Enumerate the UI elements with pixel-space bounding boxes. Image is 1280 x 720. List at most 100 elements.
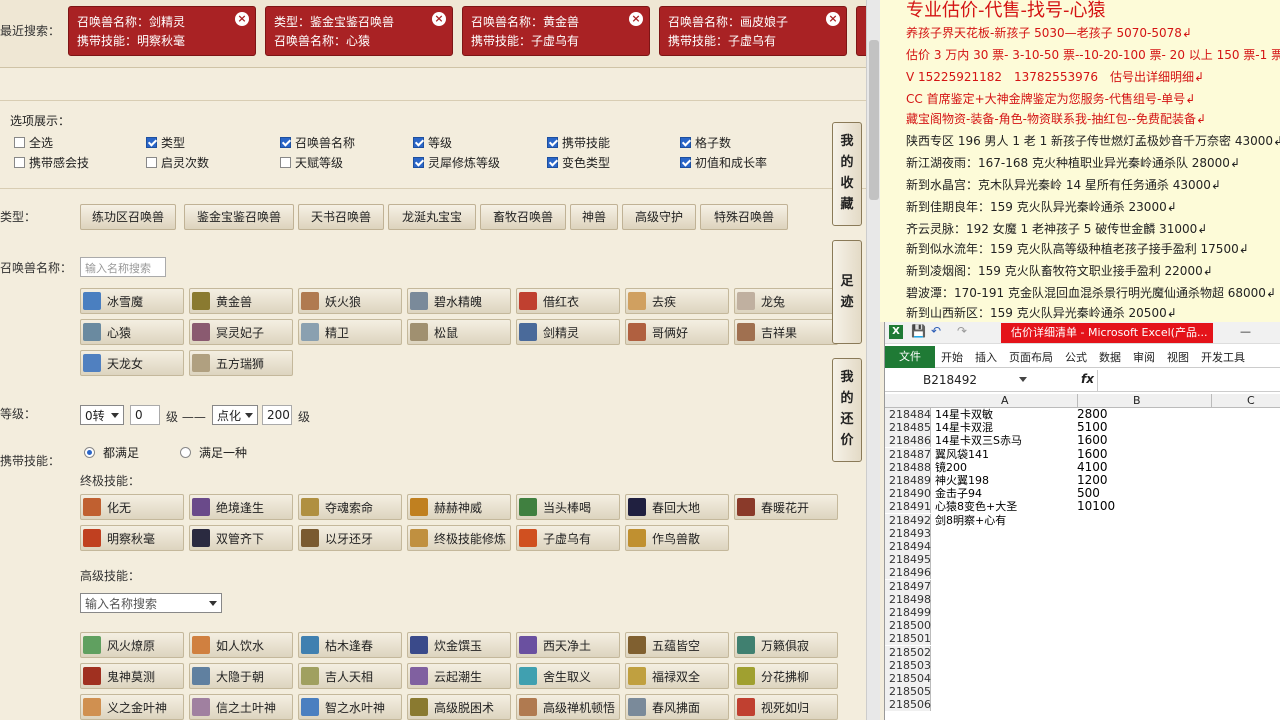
pet-item[interactable]: 借红衣 bbox=[516, 288, 620, 314]
cell-b[interactable]: 10100 bbox=[1077, 500, 1211, 513]
type-button[interactable]: 特殊召唤兽 bbox=[700, 204, 788, 230]
row-number[interactable]: 218490 bbox=[885, 487, 931, 501]
pet-item[interactable]: 冰雪魔 bbox=[80, 288, 184, 314]
radio-any[interactable]: 满足一种 bbox=[180, 444, 247, 461]
type-button[interactable]: 练功区召唤兽 bbox=[80, 204, 176, 230]
type-button[interactable]: 天书召唤兽 bbox=[298, 204, 384, 230]
ultimate-skill-item[interactable]: 夺魂索命 bbox=[298, 494, 402, 520]
pet-item[interactable]: 心猿 bbox=[80, 319, 184, 345]
cell-a[interactable]: 14星卡双敏 bbox=[935, 408, 993, 421]
option-checkbox[interactable]: 等级 bbox=[413, 134, 452, 151]
pet-name-search-input[interactable]: 输入名称搜索 bbox=[80, 257, 166, 277]
advanced-skill-item[interactable]: 分花拂柳 bbox=[734, 663, 838, 689]
table-row[interactable]: 218498 bbox=[885, 592, 1280, 606]
table-row[interactable]: 218485 14星卡双混 5100 bbox=[885, 421, 1280, 435]
pet-item[interactable]: 妖火狼 bbox=[298, 288, 402, 314]
advanced-skill-item[interactable]: 高级脱困术 bbox=[407, 694, 511, 720]
close-icon[interactable]: × bbox=[432, 12, 446, 26]
cell-b[interactable]: 1600 bbox=[1077, 447, 1211, 461]
pet-item[interactable]: 去疾 bbox=[625, 288, 729, 314]
pet-item[interactable]: 精卫 bbox=[298, 319, 402, 345]
ultimate-skill-item[interactable]: 明察秋毫 bbox=[80, 525, 184, 551]
row-number[interactable]: 218493 bbox=[885, 526, 931, 540]
row-number[interactable]: 218502 bbox=[885, 645, 931, 659]
table-row[interactable]: 218492 剑8明察+心有 bbox=[885, 513, 1280, 527]
table-row[interactable]: 218501 bbox=[885, 632, 1280, 646]
option-checkbox[interactable]: 灵犀修炼等级 bbox=[413, 154, 500, 171]
row-number[interactable]: 218488 bbox=[885, 460, 931, 474]
row-number[interactable]: 218503 bbox=[885, 658, 931, 672]
table-row[interactable]: 218502 bbox=[885, 645, 1280, 659]
advanced-skills-search[interactable]: 输入名称搜索 bbox=[80, 593, 222, 613]
table-row[interactable]: 218504 bbox=[885, 672, 1280, 685]
ultimate-skill-item[interactable]: 春回大地 bbox=[625, 494, 729, 520]
advanced-skill-item[interactable]: 春风拂面 bbox=[625, 694, 729, 720]
scroll-thumb[interactable] bbox=[869, 40, 879, 200]
advanced-skill-item[interactable]: 高级禅机顿悟 bbox=[516, 694, 620, 720]
checkbox-icon[interactable] bbox=[280, 137, 291, 148]
table-row[interactable]: 218490 金击子94 500 bbox=[885, 487, 1280, 501]
pet-item[interactable]: 松鼠 bbox=[407, 319, 511, 345]
option-checkbox[interactable]: 天赋等级 bbox=[280, 154, 343, 171]
checkbox-icon[interactable] bbox=[146, 157, 157, 168]
row-number[interactable]: 218489 bbox=[885, 474, 931, 487]
row-number[interactable]: 218486 bbox=[885, 434, 931, 448]
advanced-skill-item[interactable]: 义之金叶神 bbox=[80, 694, 184, 720]
row-number[interactable]: 218491 bbox=[885, 500, 931, 514]
checkbox-icon[interactable] bbox=[280, 157, 291, 168]
ultimate-skill-item[interactable]: 赫赫神威 bbox=[407, 494, 511, 520]
table-row[interactable]: 218493 bbox=[885, 526, 1280, 540]
option-checkbox[interactable]: 变色类型 bbox=[547, 154, 610, 171]
row-number[interactable]: 218495 bbox=[885, 553, 931, 567]
advanced-skill-item[interactable]: 智之水叶神 bbox=[298, 694, 402, 720]
close-icon[interactable]: × bbox=[826, 12, 840, 26]
option-checkbox[interactable]: 召唤兽名称 bbox=[280, 134, 355, 151]
tab-footprint[interactable]: 足迹 bbox=[832, 240, 862, 344]
pet-item[interactable]: 剑精灵 bbox=[516, 319, 620, 345]
row-number[interactable]: 218500 bbox=[885, 619, 931, 633]
ribbon-tab[interactable]: 数据 bbox=[1093, 349, 1127, 365]
column-header-a[interactable]: A bbox=[1001, 394, 1009, 407]
row-number[interactable]: 218497 bbox=[885, 579, 931, 593]
table-row[interactable]: 218503 bbox=[885, 658, 1280, 672]
table-row[interactable]: 218487 翼风袋141 1600 bbox=[885, 447, 1280, 461]
cell-b[interactable]: 500 bbox=[1077, 487, 1211, 500]
level-min-input[interactable]: 0 bbox=[130, 405, 160, 425]
ribbon-tab[interactable]: 插入 bbox=[969, 349, 1003, 365]
row-number[interactable]: 218499 bbox=[885, 606, 931, 619]
type-button[interactable]: 畜牧召唤兽 bbox=[480, 204, 566, 230]
ribbon-tab[interactable]: 页面布局 bbox=[1003, 349, 1059, 365]
table-row[interactable]: 218494 bbox=[885, 540, 1280, 553]
table-row[interactable]: 218497 bbox=[885, 579, 1280, 593]
ultimate-skill-item[interactable]: 以牙还牙 bbox=[298, 525, 402, 551]
row-number[interactable]: 218501 bbox=[885, 632, 931, 646]
checkbox-icon[interactable] bbox=[680, 137, 691, 148]
pet-item[interactable]: 五方瑞狮 bbox=[189, 350, 293, 376]
cell-a[interactable]: 金击子94 bbox=[935, 487, 982, 500]
table-row[interactable]: 218495 bbox=[885, 553, 1280, 567]
cell-b[interactable]: 2800 bbox=[1077, 408, 1211, 421]
checkbox-icon[interactable] bbox=[680, 157, 691, 168]
option-checkbox[interactable]: 全选 bbox=[14, 134, 53, 151]
table-row[interactable]: 218486 14星卡双三S赤马 1600 bbox=[885, 434, 1280, 448]
recent-chip-4[interactable]: 召唤兽名称：画皮娘子 携带技能：子虚乌有 × bbox=[659, 6, 847, 56]
row-number[interactable]: 218504 bbox=[885, 672, 931, 685]
table-row[interactable]: 218506 bbox=[885, 698, 1280, 712]
pet-item[interactable]: 龙兔 bbox=[734, 288, 838, 314]
cell-a[interactable]: 翼风袋141 bbox=[935, 448, 989, 461]
advanced-skill-item[interactable]: 如人饮水 bbox=[189, 632, 293, 658]
row-number[interactable]: 218494 bbox=[885, 540, 931, 553]
option-checkbox[interactable]: 携带感会技 bbox=[14, 154, 89, 171]
ribbon-tab[interactable]: 开发工具 bbox=[1195, 349, 1251, 365]
advanced-skill-item[interactable]: 枯木逢春 bbox=[298, 632, 402, 658]
checkbox-icon[interactable] bbox=[547, 137, 558, 148]
pet-item[interactable]: 碧水精魄 bbox=[407, 288, 511, 314]
column-header-c[interactable]: C bbox=[1247, 394, 1255, 407]
cell-a[interactable]: 剑8明察+心有 bbox=[935, 514, 1006, 527]
table-row[interactable]: 218496 bbox=[885, 566, 1280, 580]
advanced-skill-item[interactable]: 西天净土 bbox=[516, 632, 620, 658]
option-checkbox[interactable]: 初值和成长率 bbox=[680, 154, 767, 171]
minimize-icon[interactable]: — bbox=[1240, 325, 1251, 338]
row-number[interactable]: 218505 bbox=[885, 685, 931, 699]
cell-b[interactable]: 5100 bbox=[1077, 421, 1211, 434]
